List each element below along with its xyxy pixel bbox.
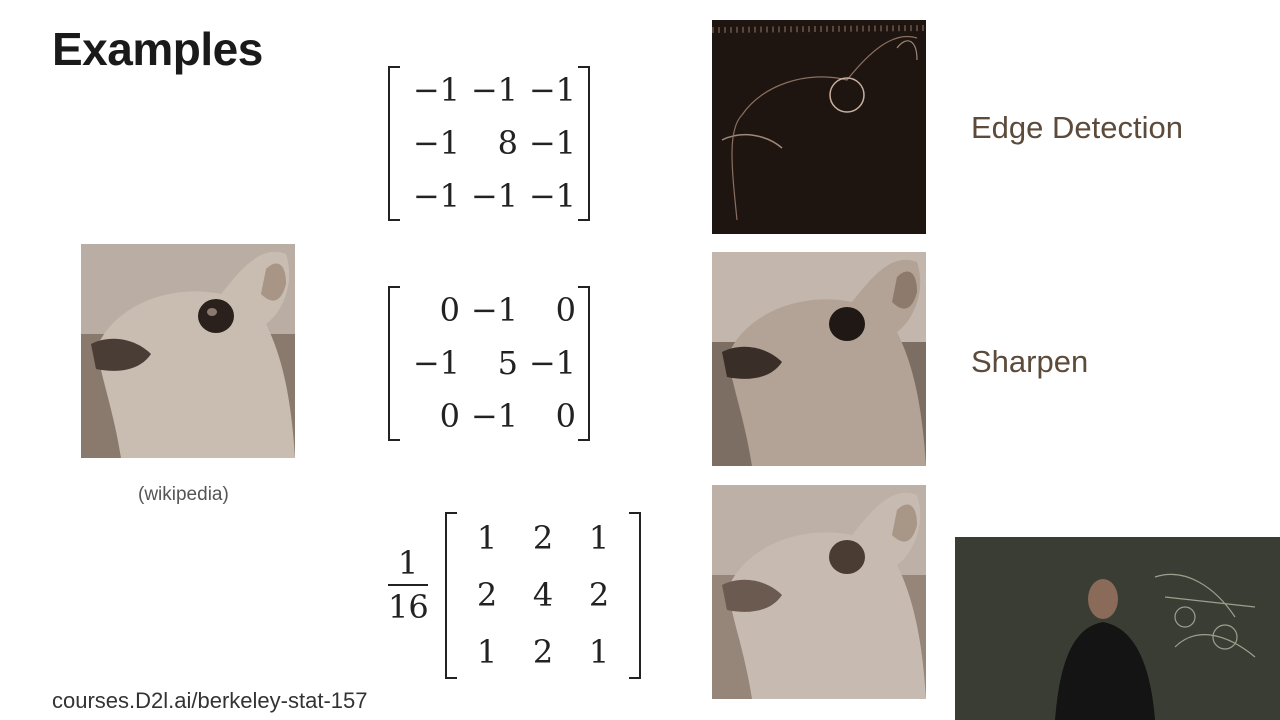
edge-detection-label: Edge Detection xyxy=(971,110,1183,145)
fraction-numerator: 1 xyxy=(397,544,419,582)
kernel-cell: −1 xyxy=(470,71,518,109)
kernel-cell: −1 xyxy=(412,177,460,215)
kernel-cell: −1 xyxy=(528,124,576,162)
kernel-cell: −1 xyxy=(528,344,576,382)
kernel-cell: 1 xyxy=(588,633,610,671)
kernel-cell: 0 xyxy=(555,397,576,435)
kernel-cell: −1 xyxy=(528,71,576,109)
kernel-cell: 2 xyxy=(476,576,498,614)
sharpen-kernel: 0 −1 0 −1 5 −1 0 −1 0 xyxy=(388,284,590,443)
kernel-cell: −1 xyxy=(412,344,460,382)
edge-detection-kernel: −1 −1 −1 −1 8 −1 −1 −1 −1 xyxy=(388,64,590,223)
fraction-denominator: 16 xyxy=(388,588,429,626)
blur-kernel: 1 2 1 2 4 2 1 2 1 xyxy=(445,510,641,681)
kernel-cell: 1 xyxy=(588,519,610,557)
sharpen-result-image xyxy=(712,252,926,466)
kernel-cell: 2 xyxy=(532,519,554,557)
kernel-cell: 0 xyxy=(439,397,460,435)
kernel-cell: −1 xyxy=(470,177,518,215)
kernel-cell: 5 xyxy=(497,344,518,382)
kernel-cell: 4 xyxy=(532,576,554,614)
blur-result-image xyxy=(712,485,926,699)
kernel-cell: −1 xyxy=(470,397,518,435)
kernel-cell: 1 xyxy=(476,519,498,557)
kernel-cell: 0 xyxy=(555,291,576,329)
kernel-cell: 8 xyxy=(497,124,518,162)
kernel-cell: 2 xyxy=(588,576,610,614)
kernel-cell: −1 xyxy=(412,71,460,109)
fraction-bar xyxy=(388,584,428,586)
kernel-cell: 0 xyxy=(439,291,460,329)
slide-title: Examples xyxy=(52,23,263,75)
blur-scale-fraction: 1 16 xyxy=(388,544,429,626)
lecturer-video-inset xyxy=(955,537,1280,720)
kernel-cell: −1 xyxy=(470,291,518,329)
image-credit: (wikipedia) xyxy=(138,484,229,505)
course-url-footer: courses.D2l.ai/berkeley-stat-157 xyxy=(52,688,368,713)
kernel-cell: 1 xyxy=(476,633,498,671)
squirrel-original-image xyxy=(81,244,295,458)
kernel-cell: −1 xyxy=(412,124,460,162)
kernel-cell: −1 xyxy=(528,177,576,215)
edge-detection-result-image xyxy=(712,20,926,234)
kernel-cell: 2 xyxy=(532,633,554,671)
sharpen-label: Sharpen xyxy=(971,344,1089,379)
